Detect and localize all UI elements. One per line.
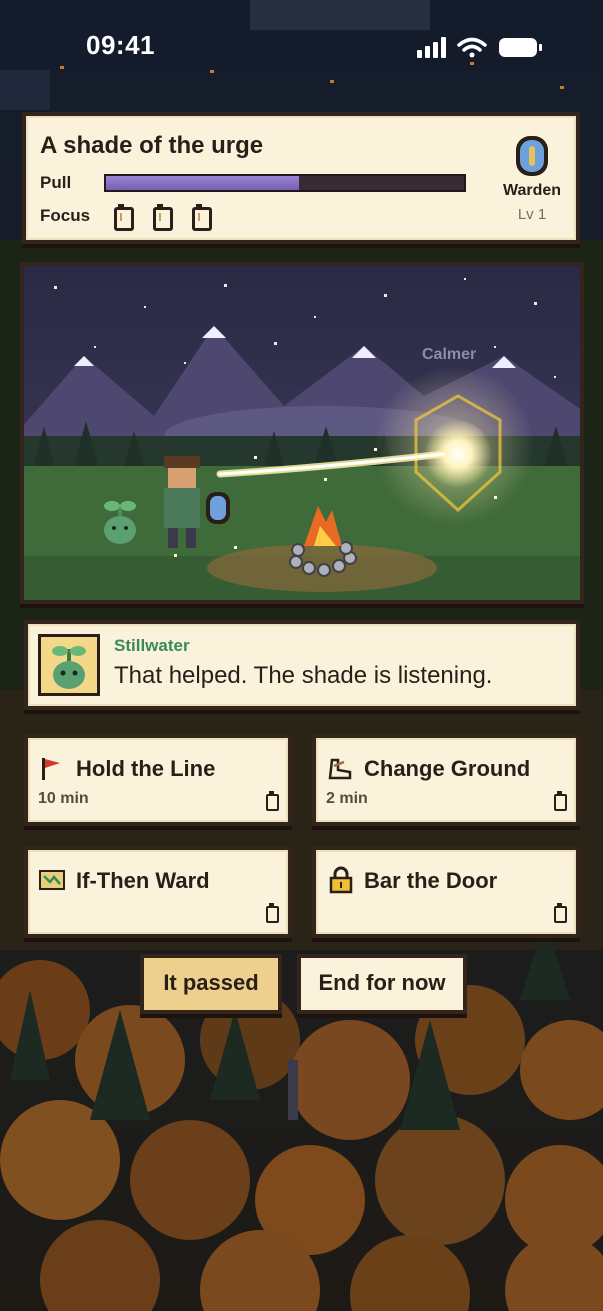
choice-label: Hold the Line: [76, 756, 216, 781]
end-for-now-button[interactable]: End for now: [297, 954, 467, 1014]
lantern-icon: [554, 791, 567, 811]
choice-label: If-Then Ward: [76, 868, 210, 893]
sprout-icon: [52, 646, 86, 689]
battle-scene: Calmer: [20, 262, 584, 604]
pull-label: Pull: [40, 173, 72, 192]
enemy-label: Calmer: [422, 346, 477, 363]
wifi-icon: [457, 37, 487, 58]
padlock-icon: [329, 866, 353, 894]
battery-icon: [499, 38, 542, 57]
choice-bar-the-door[interactable]: Bar the Door: [312, 846, 580, 938]
warden-badge[interactable]: Warden Lv 1: [492, 134, 572, 234]
map-icon: [39, 870, 65, 890]
pull-bar: [104, 174, 466, 192]
lantern-icon: [114, 204, 134, 231]
status-icons: [417, 36, 545, 65]
pull-bar-fill: [106, 176, 300, 190]
choice-if-then-ward[interactable]: If-Then Ward: [24, 846, 292, 938]
choice-duration: 2 min: [326, 790, 368, 807]
encounter-panel: A shade of the urge Pull Focus Warden Lv…: [22, 112, 580, 244]
lantern-icon: [153, 204, 173, 231]
focus-label: Focus: [40, 206, 91, 225]
choice-label: Bar the Door: [364, 868, 498, 893]
companion-panel: Stillwater That helped. The shade is lis…: [24, 620, 580, 710]
player-level: Lv 1: [517, 206, 547, 223]
choice-duration: 10 min: [38, 790, 89, 807]
flag-icon: [42, 758, 60, 780]
scene-art: [24, 266, 580, 600]
signal-icon: [417, 37, 446, 58]
focus-lanterns: [114, 204, 231, 236]
shield-icon: [516, 136, 548, 176]
choice-change-ground[interactable]: Change Ground 2 min: [312, 734, 580, 826]
choice-label: Change Ground: [364, 756, 531, 781]
companion-message: That helped. The shade is listening.: [114, 662, 493, 689]
lantern-icon: [266, 791, 279, 811]
it-passed-button[interactable]: It passed: [140, 954, 282, 1014]
encounter-title: A shade of the urge: [40, 132, 264, 159]
boot-icon: [328, 758, 352, 780]
player-rank: Warden: [502, 182, 562, 199]
companion-avatar: [38, 634, 100, 696]
companion-name: Stillwater: [114, 636, 190, 655]
status-time: 09:41: [86, 30, 155, 60]
companion-sprite-small: [104, 501, 136, 544]
lantern-icon: [554, 903, 567, 923]
lantern-icon: [266, 903, 279, 923]
choice-hold-the-line[interactable]: Hold the Line 10 min: [24, 734, 292, 826]
lantern-icon: [192, 204, 212, 231]
